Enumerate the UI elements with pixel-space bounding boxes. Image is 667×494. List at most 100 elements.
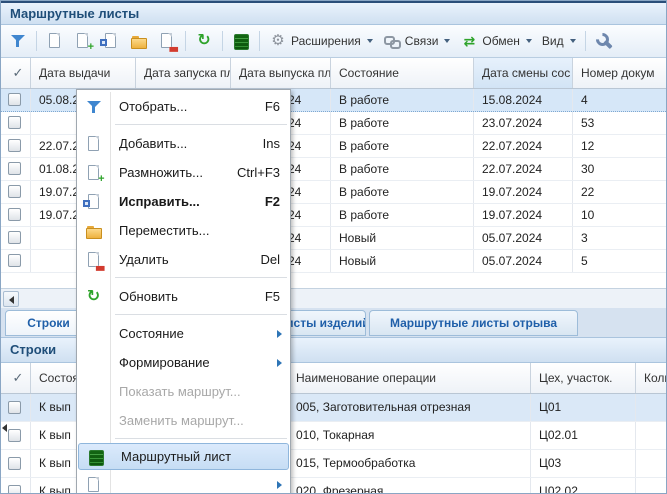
toolbar-button-excel-icon[interactable] (228, 30, 254, 52)
menu-item-icon-slot (79, 448, 112, 466)
column-header-Наименование операции[interactable]: Наименование операции (288, 363, 531, 393)
wrench-icon (595, 32, 613, 50)
scroll-left-icon[interactable] (3, 291, 19, 307)
toolbar-button-13[interactable]: Связи (379, 30, 455, 52)
checkbox[interactable] (8, 401, 21, 414)
row-checkbox[interactable] (1, 394, 31, 421)
menu-item-отобрать-[interactable]: Отобрать...F6 (77, 92, 290, 121)
column-header-Дата выдачи[interactable]: Дата выдачи (31, 58, 136, 88)
column-header-Дата смены сос[interactable]: Дата смены сос (474, 58, 573, 88)
row-checkbox[interactable] (1, 158, 31, 180)
column-header-Дата запуска пл[interactable]: Дата запуска пл (136, 58, 231, 88)
checkbox[interactable] (8, 231, 21, 244)
menu-item-исправить-[interactable]: Исправить...F2 (77, 187, 290, 216)
grid-cell: 05.07.2024 (474, 250, 573, 272)
toolbar-button-12[interactable]: ⚙Расширения (265, 30, 377, 52)
toolbar-button-delete-document-icon[interactable]: ▃ (154, 30, 180, 52)
route-sheets-window: Маршрутные листы +▃↻⚙РасширенияСвязи⇄Обм… (0, 0, 667, 494)
duplicate-document-icon: + (74, 32, 92, 50)
chevron-down-icon (367, 39, 373, 43)
toolbar-button-new-document-icon[interactable] (42, 30, 68, 52)
edit-document-icon (85, 193, 103, 211)
checkbox[interactable] (8, 485, 21, 494)
toolbar-button-refresh-icon[interactable]: ↻ (191, 30, 217, 52)
column-header-Дата выпуска план..[interactable]: Дата выпуска план.. (231, 58, 331, 88)
grid-cell: Ц03 (531, 450, 636, 477)
filter-icon (85, 98, 103, 116)
row-checkbox[interactable] (1, 478, 31, 494)
grid-cell: 19.07.2024 (474, 181, 573, 203)
menu-item-shortcut: F5 (265, 289, 290, 304)
delete-document-icon: ▃ (85, 251, 103, 269)
link-icon (383, 32, 401, 50)
menu-item-формирование[interactable]: Формирование (77, 348, 290, 377)
tab-otryva[interactable]: Маршрутные листы отрыва (369, 310, 578, 336)
menu-item-переместить-[interactable]: Переместить... (77, 216, 290, 245)
checkbox[interactable] (8, 93, 21, 106)
column-header-Цех, участок.[interactable]: Цех, участок. (531, 363, 636, 393)
menu-item-label: Отобрать... (110, 99, 265, 114)
menu-item-удалить[interactable]: ▃УдалитьDel (77, 245, 290, 274)
menu-item-размножить-[interactable]: +Размножить...Ctrl+F3 (77, 158, 290, 187)
toolbar-separator (185, 31, 186, 51)
grid-cell: 53 (573, 112, 667, 134)
column-header-check[interactable]: ✓ (1, 58, 31, 88)
new-document-icon (85, 476, 103, 494)
grid-cell: Новый (331, 227, 474, 249)
column-header-Состояние[interactable]: Состояние (331, 58, 474, 88)
row-checkbox[interactable] (1, 250, 31, 272)
grid-cell: 005, Заготовительная отрезная (288, 394, 531, 421)
column-header-Номер докум[interactable]: Номер докум (573, 58, 667, 88)
check-icon: ✓ (9, 64, 27, 82)
menu-item-shortcut: Ctrl+F3 (237, 165, 290, 180)
grid-cell: 15.08.2024 (474, 89, 573, 111)
row-checkbox[interactable] (1, 204, 31, 226)
checkbox[interactable] (8, 162, 21, 175)
grid-cell: 22.07.2024 (474, 158, 573, 180)
checkbox[interactable] (8, 139, 21, 152)
grid-cell: Ц02.01 (531, 422, 636, 449)
grid-cell: 3 (573, 227, 667, 249)
toolbar-button-filter-icon[interactable] (5, 30, 31, 52)
column-header-Колич[interactable]: Колич (636, 363, 667, 393)
exchange-icon: ⇄ (460, 32, 478, 50)
excel-icon (87, 448, 105, 466)
row-checkbox[interactable] (1, 89, 31, 111)
checkbox[interactable] (8, 116, 21, 129)
menu-item-icon-slot (77, 135, 110, 153)
checkbox[interactable] (8, 185, 21, 198)
toolbar-button-edit-document-icon[interactable] (98, 30, 124, 52)
checkbox[interactable] (8, 254, 21, 267)
column-header-check[interactable]: ✓ (1, 363, 31, 393)
edit-document-icon (102, 32, 120, 50)
menu-separator (77, 435, 290, 443)
checkbox[interactable] (8, 208, 21, 221)
menu-item-обновить[interactable]: ↻ОбновитьF5 (77, 282, 290, 311)
menu-item-label: Состояние (110, 326, 277, 341)
menu-item-добавить-[interactable]: Добавить...Ins (77, 129, 290, 158)
toolbar-button-label: Расширения (291, 34, 361, 48)
row-checkbox[interactable] (1, 181, 31, 203)
toolbar-button-move-folder-icon[interactable] (126, 30, 152, 52)
toolbar-button-wrench-icon[interactable] (591, 30, 617, 52)
row-checkbox[interactable] (1, 450, 31, 477)
splitter-collapse-icon[interactable] (1, 422, 8, 434)
row-checkbox[interactable] (1, 112, 31, 134)
toolbar-button-duplicate-document-icon[interactable]: + (70, 30, 96, 52)
refresh-icon: ↻ (195, 32, 213, 50)
grid-cell: Ц01 (531, 394, 636, 421)
checkbox[interactable] (8, 457, 21, 470)
menu-item-состояние[interactable]: Состояние (77, 319, 290, 348)
menu-item-partial[interactable] (77, 470, 290, 494)
checkbox[interactable] (8, 429, 21, 442)
grid-cell: 19.07.2024 (474, 204, 573, 226)
row-checkbox[interactable] (1, 135, 31, 157)
menu-item-маршрутный-лист[interactable]: Маршрутный лист (78, 443, 289, 470)
toolbar-button-15[interactable]: Вид (538, 32, 580, 50)
grid-cell: 22.07.2024 (474, 135, 573, 157)
grid-cell: Ц02.02 (531, 478, 636, 494)
toolbar-button-14[interactable]: ⇄Обмен (456, 30, 536, 52)
menu-item-label: Маршрутный лист (112, 449, 288, 464)
grid-cell: В работе (331, 204, 474, 226)
row-checkbox[interactable] (1, 227, 31, 249)
